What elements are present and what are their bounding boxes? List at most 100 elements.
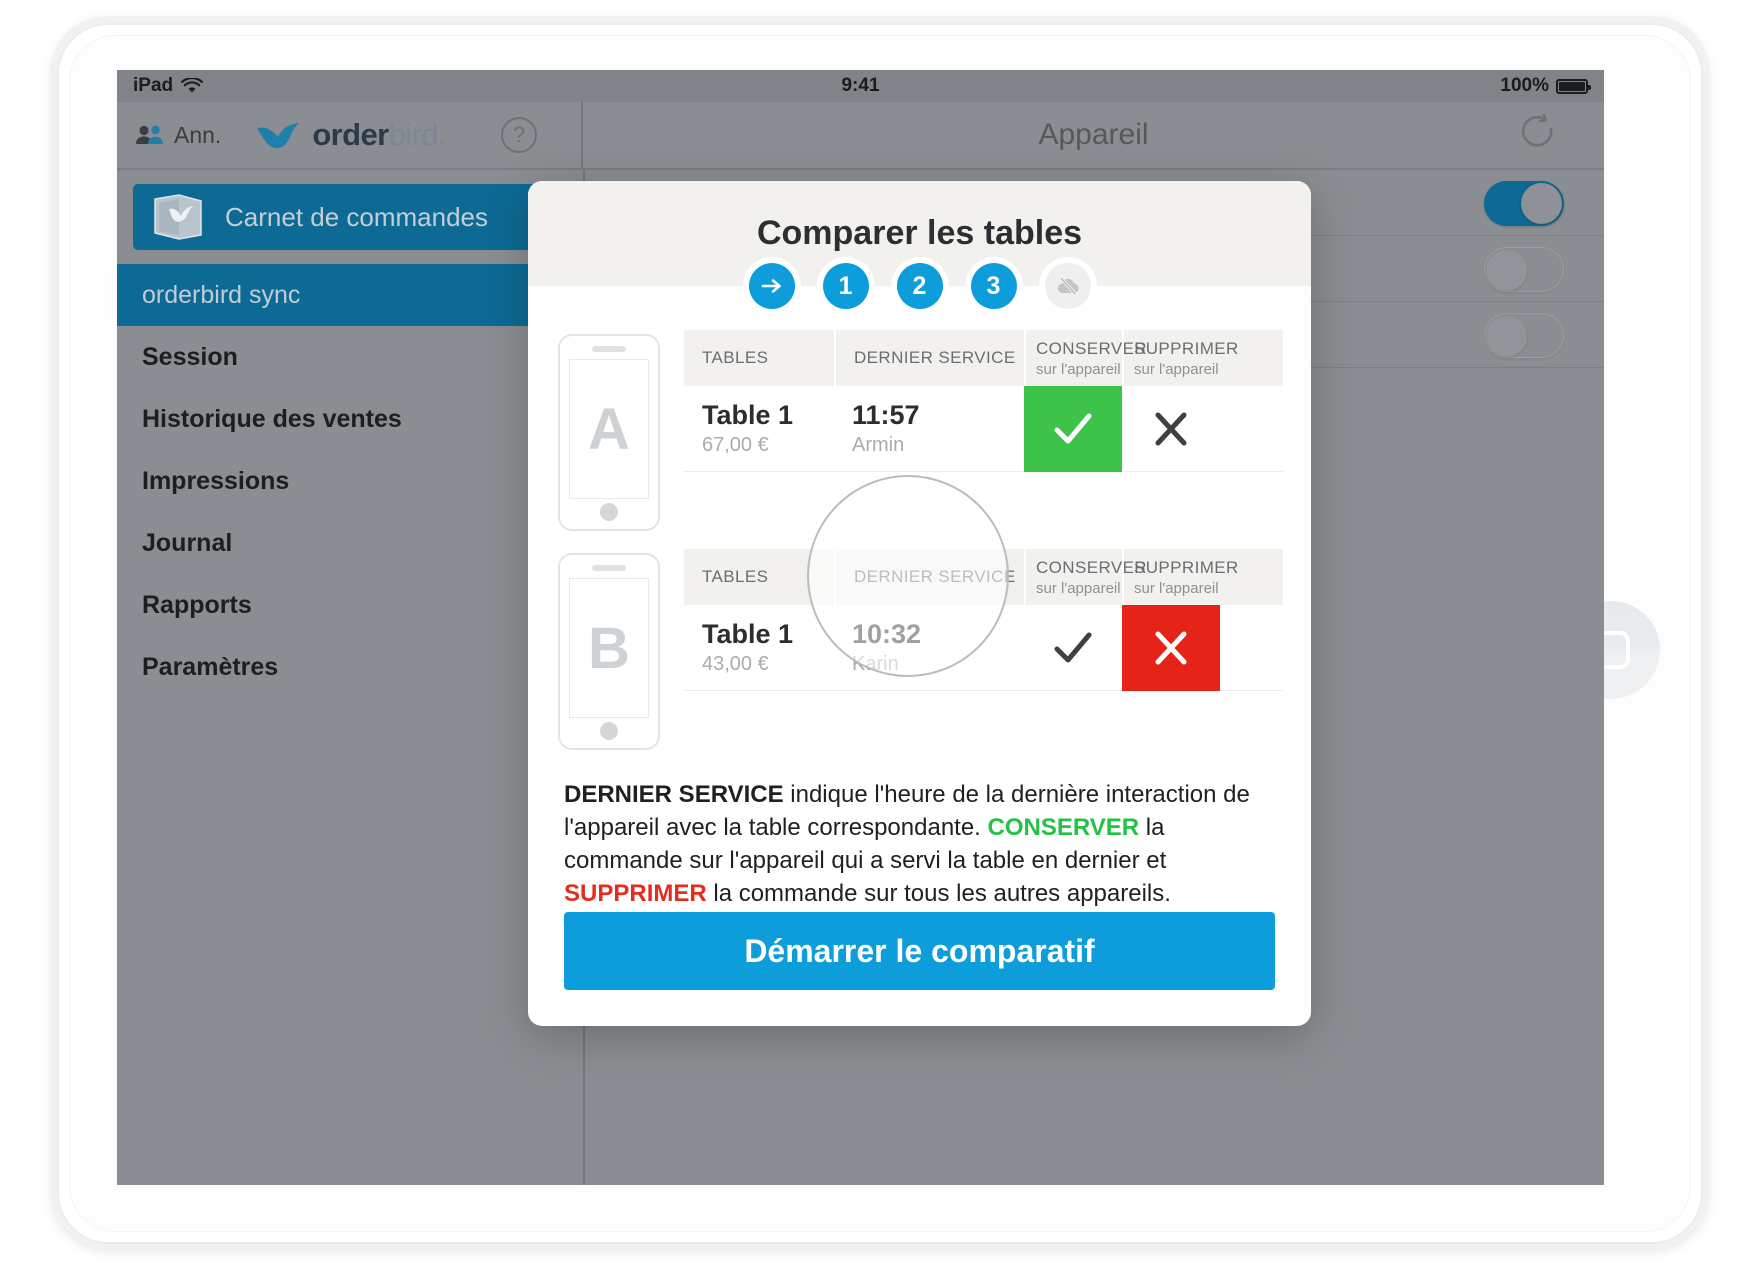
table-header-row: TABLES DERNIER SERVICE CONSERVER sur l'a… [684,549,1283,605]
waiter-name: Karin [852,653,899,675]
device-letter: A [588,396,630,462]
table-amount-label: 43,00 € [702,653,769,675]
sidebar-item-label: Paramètres [142,652,279,681]
modal-body: A TABLES DERNIER SERVICE CONSERVER sur l… [528,286,1311,1026]
battery-percent-label: 100% [1500,75,1549,96]
battery-full-icon [1556,78,1591,94]
sidebar-item-order-notebook-label: Carnet de commandes [225,201,489,232]
question-mark-icon: ? [512,122,526,147]
col-header-delete: SUPPRIMER sur l'appareil [1122,330,1238,386]
sidebar-item-journal[interactable]: Journal [117,512,583,574]
orderbird-wordmark: orderbird. [312,117,446,153]
col-header-delete-title: SUPPRIMER [1134,338,1239,358]
user-label: Ann. [174,121,222,148]
delete-button[interactable] [1122,386,1220,472]
cross-icon [1155,412,1187,446]
device-mockup-a: A [558,334,660,531]
checkmark-icon [1054,413,1092,444]
table-row: Table 1 67,00 € 11:57 Armin [684,386,1283,472]
start-comparison-button[interactable]: Démarrer le comparatif [564,912,1275,990]
users-icon [136,125,163,144]
table-name-label: Table 1 [702,400,794,430]
sidebar-item-label: Rapports [142,590,252,619]
col-header-keep-sub: sur l'appareil [1036,579,1121,597]
cross-icon [1155,631,1187,665]
last-service-time: 11:57 [852,400,920,430]
sidebar-separator [117,250,583,264]
cell-last-service: 11:57 Armin [834,386,1024,471]
sidebar-item-printing[interactable]: Impressions [117,450,583,512]
phone-home-button [600,503,618,521]
col-header-delete-sub: sur l'appareil [1134,360,1219,378]
cell-table-name: Table 1 67,00 € [684,386,834,471]
ios-status-bar: iPad 9:41 100% [117,70,1604,102]
sidebar-item-label: Journal [142,528,233,557]
refresh-icon [1521,113,1553,147]
col-header-delete: SUPPRIMER sur l'appareil [1122,549,1238,605]
col-header-last-service: DERNIER SERVICE [834,330,1024,386]
brand-secondary: bird. [388,117,447,152]
sidebar-item-label: Historique des ventes [142,404,402,433]
ipad-device-frame: iPad 9:41 100% Ann. orderbird. ? Apparei… [50,16,1710,1251]
sidebar-item-session[interactable]: Session [117,326,583,388]
orderbird-logo: orderbird. [255,117,446,153]
description-text: DERNIER SERVICE indique l'heure de la de… [564,778,1275,910]
toggle-knob [1486,315,1527,357]
phone-screen: B [569,578,649,718]
sidebar-item-label: orderbird sync [142,280,301,309]
order-notebook-icon [154,194,202,240]
device-mockup-b: B [558,553,660,750]
sidebar-item-reports[interactable]: Rapports [117,574,583,636]
compare-tables-modal: Comparer les tables 1 2 3 A TABLES DERNI… [528,181,1311,1026]
settings-toggle[interactable] [1484,312,1564,358]
col-header-keep: CONSERVER sur l'appareil [1024,549,1147,605]
col-header-delete-title: SUPPRIMER [1134,557,1239,577]
orderbird-bird-icon [257,123,300,149]
keep-button[interactable] [1024,386,1122,472]
col-header-last-service-label: DERNIER SERVICE [854,348,1016,367]
term-keep: CONSERVER [987,814,1140,842]
col-header-last-service-label: DERNIER SERVICE [854,567,1016,586]
nav-left-pane: Ann. orderbird. ? [117,102,583,168]
toggle-knob [1486,249,1527,291]
phone-screen: A [569,359,649,499]
sidebar-item-sales-history[interactable]: Historique des ventes [117,388,583,450]
sidebar-item-order-notebook[interactable]: Carnet de commandes [133,184,571,250]
sidebar-item-label: Session [142,342,238,371]
term-delete: SUPPRIMER [564,880,707,908]
delete-button[interactable] [1122,605,1220,691]
cell-table-name: Table 1 43,00 € [684,605,834,690]
table-name-label: Table 1 [702,619,794,649]
device-block-b: B TABLES DERNIER SERVICE CONSERVER sur l… [528,549,1311,750]
refresh-button[interactable] [1518,113,1558,157]
page-title: Appareil [1038,118,1149,151]
device-table-b: TABLES DERNIER SERVICE CONSERVER sur l'a… [684,549,1283,691]
sidebar-item-label: Impressions [142,466,290,495]
phone-home-button [600,722,618,740]
phone-speaker [592,346,626,352]
col-header-keep: CONSERVER sur l'appareil [1024,330,1147,386]
device-block-a: A TABLES DERNIER SERVICE CONSERVER sur l… [528,330,1311,531]
settings-toggle[interactable] [1484,246,1564,292]
phone-speaker [592,565,626,571]
user-chip[interactable]: Ann. [135,122,221,149]
col-header-tables-label: TABLES [702,567,769,586]
device-table-a: TABLES DERNIER SERVICE CONSERVER sur l'a… [684,330,1283,472]
brand-primary: order [312,117,389,152]
sidebar-item-settings[interactable]: Paramètres [117,636,583,698]
keep-button[interactable] [1024,605,1122,691]
term-last-service: DERNIER SERVICE [564,781,784,808]
col-header-tables: TABLES [684,330,834,386]
checkmark-icon [1054,632,1092,663]
help-button[interactable]: ? [501,117,537,153]
status-bar-clock: 9:41 [841,75,880,96]
cell-last-service: 10:32 Karin [834,605,1024,690]
app-nav-bar: Ann. orderbird. ? Appareil [117,102,1604,170]
ipad-screen: iPad 9:41 100% Ann. orderbird. ? Apparei… [117,70,1604,1185]
sidebar-item-orderbird-sync[interactable]: orderbird sync [117,264,583,326]
col-header-last-service: DERNIER SERVICE [834,549,1024,605]
table-header-row: TABLES DERNIER SERVICE CONSERVER sur l'a… [684,330,1283,386]
settings-toggle[interactable] [1484,180,1564,226]
last-service-time: 10:32 [852,619,922,649]
status-bar-right: 100% [1500,75,1591,97]
